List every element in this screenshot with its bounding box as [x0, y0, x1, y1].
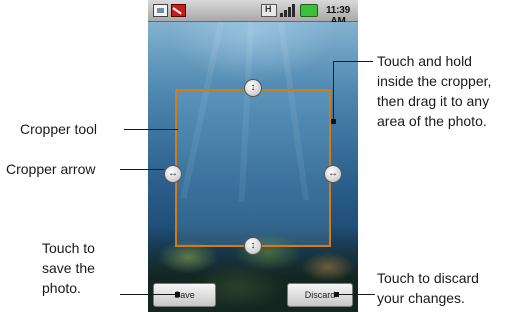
- discard-button[interactable]: Discard: [287, 283, 353, 307]
- annotation-save: Touch to save the photo.: [42, 238, 95, 298]
- annotation-cropper-arrow: Cropper arrow: [6, 161, 96, 177]
- cropper-tool[interactable]: [175, 89, 331, 247]
- save-button[interactable]: Save: [153, 283, 216, 307]
- signal-icon: [280, 4, 296, 17]
- annotation-line: your changes.: [377, 290, 465, 306]
- annotation-line: save the: [42, 260, 95, 276]
- annotation-cropper-tool: Cropper tool: [20, 121, 98, 137]
- status-bar: 11:39 AM: [148, 0, 358, 27]
- annotation-line: area of the photo.: [377, 113, 487, 129]
- leader-line-cropper-arrow: [120, 169, 164, 170]
- leader-line-cropper-tool: [124, 129, 178, 130]
- annotation-line: Touch and hold: [377, 53, 472, 69]
- leader-line-save: [120, 294, 178, 295]
- leader-line-discard: [337, 294, 375, 295]
- touch-point-dot: [331, 119, 336, 124]
- touch-point-dot: [175, 292, 180, 297]
- leader-line-touch-hold: [333, 61, 334, 121]
- annotation-line: inside the cropper,: [377, 73, 492, 89]
- cropper-arrow-right[interactable]: ↔: [324, 165, 342, 183]
- cropper-arrow-bottom[interactable]: ↕: [244, 237, 262, 255]
- annotation-line: Touch to discard: [377, 270, 479, 286]
- battery-icon: [300, 4, 318, 17]
- cropper-arrow-top[interactable]: ↕: [244, 79, 262, 97]
- annotation-line: Touch to: [42, 240, 95, 256]
- photo-notification-icon: [153, 4, 168, 17]
- mail-notification-icon: [171, 4, 186, 17]
- touch-point-dot: [334, 292, 339, 297]
- annotation-touch-and-hold: Touch and hold inside the cropper, then …: [377, 51, 491, 131]
- annotation-line: photo.: [42, 280, 81, 296]
- annotation-discard: Touch to discard your changes.: [377, 268, 479, 308]
- annotation-line: then drag it to any: [377, 93, 490, 109]
- leader-line-touch-hold: [333, 61, 373, 62]
- cropper-arrow-left[interactable]: ↔: [164, 165, 182, 183]
- phone-screen: 11:39 AM ↕ ↕ ↔ ↔ Save Discard: [148, 0, 358, 312]
- network-icon: [261, 4, 277, 17]
